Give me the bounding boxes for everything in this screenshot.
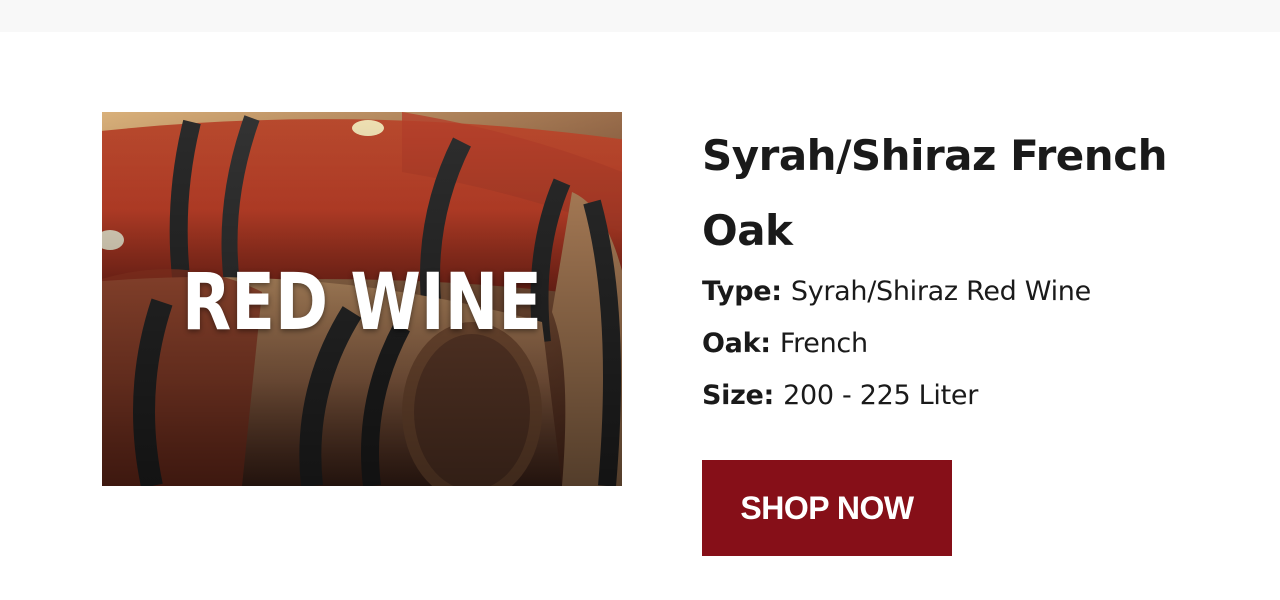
spec-label: Size:	[702, 380, 784, 411]
spec-size: Size: 200 - 225 Liter	[702, 370, 1222, 422]
spec-label: Oak:	[702, 328, 780, 359]
spec-type: Type: Syrah/Shiraz Red Wine	[702, 266, 1222, 318]
product-title: Syrah/Shiraz French Oak	[702, 131, 1168, 255]
spec-value: French	[779, 328, 868, 359]
image-caption-text: RED WINE	[182, 258, 542, 348]
spec-value: 200 - 225 Liter	[783, 380, 979, 411]
spec-label: Type:	[702, 276, 791, 307]
product-details: Syrah/Shiraz French Oak Type: Syrah/Shir…	[702, 118, 1222, 422]
spec-oak: Oak: French	[702, 318, 1222, 370]
top-bar	[0, 0, 1280, 32]
shop-now-button[interactable]: SHOP NOW	[702, 460, 952, 556]
spec-list: Type: Syrah/Shiraz Red Wine Oak: French …	[702, 266, 1222, 422]
spec-value: Syrah/Shiraz Red Wine	[790, 276, 1091, 307]
product-image: RED WINE	[102, 112, 622, 486]
